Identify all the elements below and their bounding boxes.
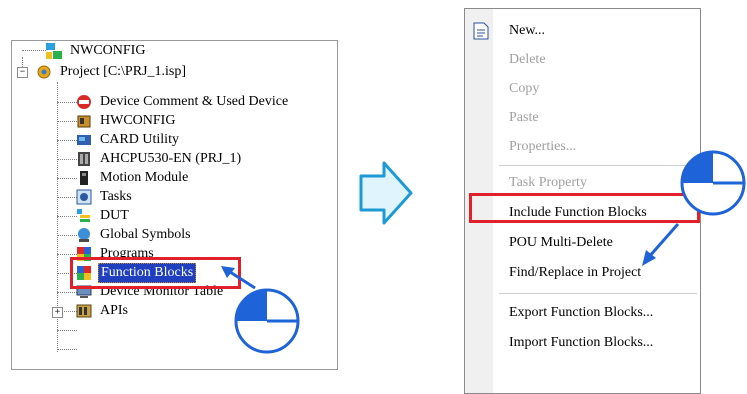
tree-connector	[57, 178, 77, 179]
tree-connector	[57, 349, 77, 350]
mouse-click-marker-icon	[234, 288, 300, 354]
menu-separator	[499, 293, 697, 294]
menu-item-properties[interactable]: Properties...	[465, 133, 700, 161]
menu-item-import-function-blocks[interactable]: Import Function Blocks...	[465, 329, 700, 357]
tree-connector	[57, 292, 77, 293]
tree-item-apis[interactable]: APIs	[76, 301, 130, 321]
menu-item-delete[interactable]: Delete	[465, 46, 700, 74]
tree-item-device-comment[interactable]: Device Comment & Used Device	[76, 92, 290, 112]
menu-item-label: Delete	[509, 52, 546, 67]
tree-connector	[57, 121, 77, 122]
tree-connector	[57, 159, 77, 160]
collapse-toggle-project[interactable]: −	[17, 67, 28, 78]
menu-item-label: Import Function Blocks...	[509, 335, 654, 350]
menu-separator	[499, 165, 697, 166]
step-arrow-icon	[359, 161, 413, 225]
menu-item-new[interactable]: New...	[465, 17, 700, 45]
motion-module-icon	[76, 170, 92, 186]
menu-item-label: POU Multi-Delete	[509, 235, 613, 250]
tasks-icon	[76, 189, 92, 205]
menu-item-label: Export Function Blocks...	[509, 305, 654, 320]
menu-item-label: Copy	[509, 81, 540, 96]
tree-connector	[57, 102, 77, 103]
tree-item-card-utility[interactable]: CARD Utility	[76, 130, 181, 150]
project-gear-icon	[36, 64, 52, 80]
cpu-icon	[76, 151, 92, 167]
include-function-blocks-highlight-box	[469, 193, 700, 223]
tree-connector	[57, 254, 77, 255]
click-pointer-arrow	[642, 223, 680, 266]
device-comment-icon	[76, 94, 92, 110]
nwconfig-icon	[46, 43, 62, 59]
apis-icon	[76, 303, 92, 319]
tree-connector	[57, 330, 77, 331]
menu-item-label: Find/Replace in Project	[509, 265, 642, 280]
menu-item-label: Paste	[509, 110, 539, 125]
tree-item-global-symbols[interactable]: Global Symbols	[76, 225, 193, 245]
new-document-icon	[473, 22, 489, 40]
menu-item-label: Task Property	[509, 175, 587, 190]
menu-item-copy[interactable]: Copy	[465, 75, 700, 103]
mouse-click-marker-icon	[680, 150, 746, 216]
tree-item-dut[interactable]: DUT	[76, 206, 131, 226]
menu-item-export-function-blocks[interactable]: Export Function Blocks...	[465, 299, 700, 327]
menu-item-paste[interactable]: Paste	[465, 104, 700, 132]
tree-item-motion-module[interactable]: Motion Module	[76, 168, 190, 188]
expand-toggle-apis[interactable]: +	[52, 307, 63, 318]
tree-item-cpu[interactable]: AHCPU530-EN (PRJ_1)	[76, 149, 243, 169]
tree-connector	[22, 50, 46, 51]
tree-connector	[57, 216, 77, 217]
menu-item-label: New...	[509, 23, 546, 38]
dut-icon	[76, 208, 92, 224]
tree-item-nwconfig[interactable]: NWCONFIG	[46, 41, 147, 61]
tree-item-hwconfig[interactable]: HWCONFIG	[76, 111, 177, 131]
globe-icon	[76, 227, 92, 243]
menu-item-label: Properties...	[509, 139, 577, 154]
card-icon	[76, 132, 92, 148]
tree-connector	[57, 197, 77, 198]
tree-item-tasks[interactable]: Tasks	[76, 187, 134, 207]
tree-connector	[57, 235, 77, 236]
tree-item-project[interactable]: Project [C:\PRJ_1.isp]	[36, 62, 188, 82]
hwconfig-icon	[76, 113, 92, 129]
tree-connector	[57, 140, 77, 141]
